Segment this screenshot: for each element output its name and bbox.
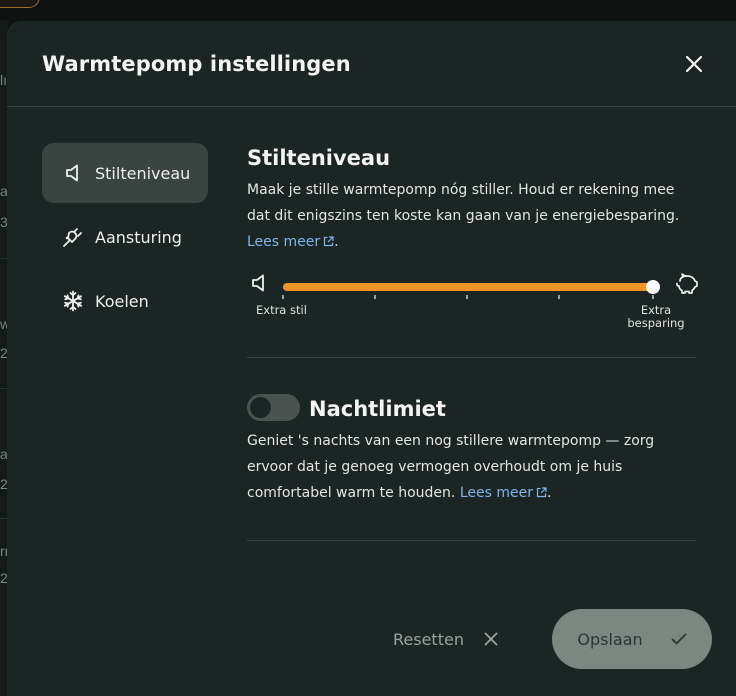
nav-item-aansturing[interactable]: Aansturing (42, 207, 208, 267)
stilteniveau-description: Maak je stille warmtepomp nóg stiller. H… (247, 182, 680, 250)
external-link-icon (536, 487, 547, 498)
slider-tick (558, 295, 560, 299)
section-divider (247, 540, 696, 541)
nachtlimiet-lees-meer-link[interactable]: Lees meer (460, 485, 547, 501)
slider-max-label: Extra besparing (627, 303, 685, 330)
piggy-bank-icon (675, 273, 699, 299)
nachtlimiet-description: Geniet 's nachts van een nog stillere wa… (247, 433, 655, 501)
slider-min-label: Extra stil (256, 303, 307, 317)
section-divider (247, 357, 696, 358)
close-button[interactable] (681, 51, 707, 77)
nachtlimiet-toggle[interactable] (247, 394, 300, 421)
checkmark-icon (671, 633, 687, 645)
slider-tick (282, 295, 284, 299)
speaker-icon (62, 162, 84, 184)
toggle-knob (250, 397, 271, 418)
nav-label: Stilteniveau (95, 163, 191, 183)
background-pill: on (0, 0, 40, 8)
speaker-icon (251, 273, 267, 297)
nav-label: Aansturing (95, 227, 182, 247)
nav-item-stilteniveau[interactable]: Stilteniveau (42, 143, 208, 203)
snowflake-icon (62, 290, 84, 312)
close-icon (484, 632, 498, 646)
nav-item-koelen[interactable]: Koelen (42, 271, 208, 331)
nav-label: Koelen (95, 291, 149, 311)
reset-button[interactable]: Resetten (393, 624, 498, 654)
modal-title: Warmtepomp instellingen (42, 52, 351, 76)
save-button[interactable]: Opslaan (552, 609, 712, 669)
slider-track[interactable] (283, 283, 653, 291)
nachtlimiet-title: Nachtlimiet (309, 397, 446, 421)
stilteniveau-title: Stilteniveau (247, 146, 391, 170)
slider-tick (466, 295, 468, 299)
slider-tick (652, 295, 654, 299)
settings-modal: Warmtepomp instellingen Stilteniveau Aan… (7, 21, 736, 696)
modal-header: Warmtepomp instellingen (7, 21, 736, 107)
close-icon (685, 55, 703, 73)
external-link-icon (324, 236, 334, 247)
stilteniveau-lees-meer-link[interactable]: Lees meer (247, 234, 334, 250)
stilteniveau-slider: Extra stil Extra besparing (251, 273, 701, 333)
plug-icon (62, 226, 84, 248)
slider-tick (374, 295, 376, 299)
slider-thumb[interactable] (646, 280, 660, 294)
background-text: lı (0, 72, 7, 88)
